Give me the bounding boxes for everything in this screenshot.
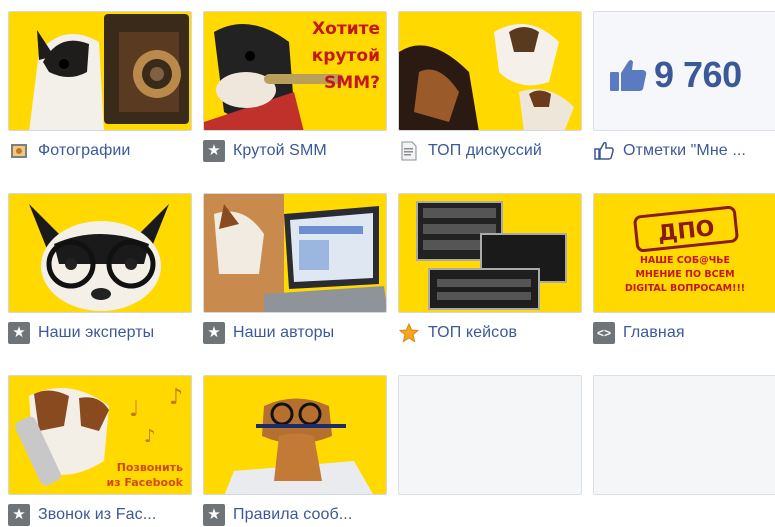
- thumbs-up-icon: [610, 60, 647, 91]
- dog-with-laptop-image: [204, 194, 386, 312]
- tab-label[interactable]: ТОП кейсов: [428, 324, 517, 342]
- tab-label[interactable]: Наши авторы: [233, 324, 334, 342]
- empty-thumbnail: [398, 375, 582, 495]
- home-slogan-text: НАШЕ СОБ@ЧЬЕ МНЕНИЕ ПО ВСЕМ DIGITAL ВОПР…: [624, 255, 746, 294]
- tab-label[interactable]: Наши эксперты: [38, 324, 154, 342]
- svg-text:♩: ♩: [129, 397, 139, 422]
- svg-text:♪: ♪: [169, 385, 183, 410]
- top-cases-thumbnail[interactable]: [398, 193, 582, 313]
- dog-with-pencil-image: [204, 376, 386, 494]
- likes-thumbnail[interactable]: 9 760: [593, 11, 775, 131]
- svg-text:♪: ♪: [144, 426, 156, 447]
- star-icon: ★: [203, 140, 225, 162]
- smm-overlay-text: Хотите крутой SMM?: [311, 19, 380, 93]
- like-icon: [593, 140, 615, 162]
- tab-label[interactable]: Фотографии: [38, 142, 130, 160]
- tab-label[interactable]: Звонок из Fac...: [38, 506, 156, 524]
- star-icon: ★: [8, 504, 30, 526]
- code-icon: <>: [593, 322, 615, 344]
- tab-label[interactable]: ТОП дискуссий: [428, 142, 542, 160]
- top-discussions-thumbnail[interactable]: [398, 11, 582, 131]
- star-icon: ★: [8, 322, 30, 344]
- star-icon: ★: [203, 504, 225, 526]
- call-overlay-text: Позвонить из Facebook: [106, 461, 183, 489]
- tab-label[interactable]: Крутой SMM: [233, 142, 327, 160]
- tab-label[interactable]: Правила сооб...: [233, 506, 352, 524]
- document-icon: [398, 140, 420, 162]
- empty-thumbnail: [593, 375, 775, 495]
- barking-dogs-image: [399, 12, 581, 130]
- likes-counter: 9 760: [608, 54, 742, 96]
- our-experts-thumbnail[interactable]: [8, 193, 192, 313]
- star-icon: ★: [203, 322, 225, 344]
- star-badge-icon: [398, 322, 420, 344]
- facebook-call-thumbnail[interactable]: ♩ ♪ ♪ Позвонить из Facebook: [8, 375, 192, 495]
- flight-cases-image: [399, 194, 581, 312]
- cool-smm-thumbnail[interactable]: Хотите крутой SMM?: [203, 11, 387, 131]
- tab-label[interactable]: Главная: [623, 324, 685, 342]
- likes-count: 9 760: [654, 54, 742, 95]
- dog-with-camera-image: [9, 12, 191, 130]
- dog-with-glasses-image: [9, 194, 191, 312]
- our-authors-thumbnail[interactable]: [203, 193, 387, 313]
- photo-icon: [8, 140, 30, 162]
- photos-thumbnail[interactable]: [8, 11, 192, 131]
- community-rules-thumbnail[interactable]: [203, 375, 387, 495]
- home-thumbnail[interactable]: ДПО НАШЕ СОБ@ЧЬЕ МНЕНИЕ ПО ВСЕМ DIGITAL …: [593, 193, 775, 313]
- tab-label[interactable]: Отметки "Мне ...: [623, 142, 746, 160]
